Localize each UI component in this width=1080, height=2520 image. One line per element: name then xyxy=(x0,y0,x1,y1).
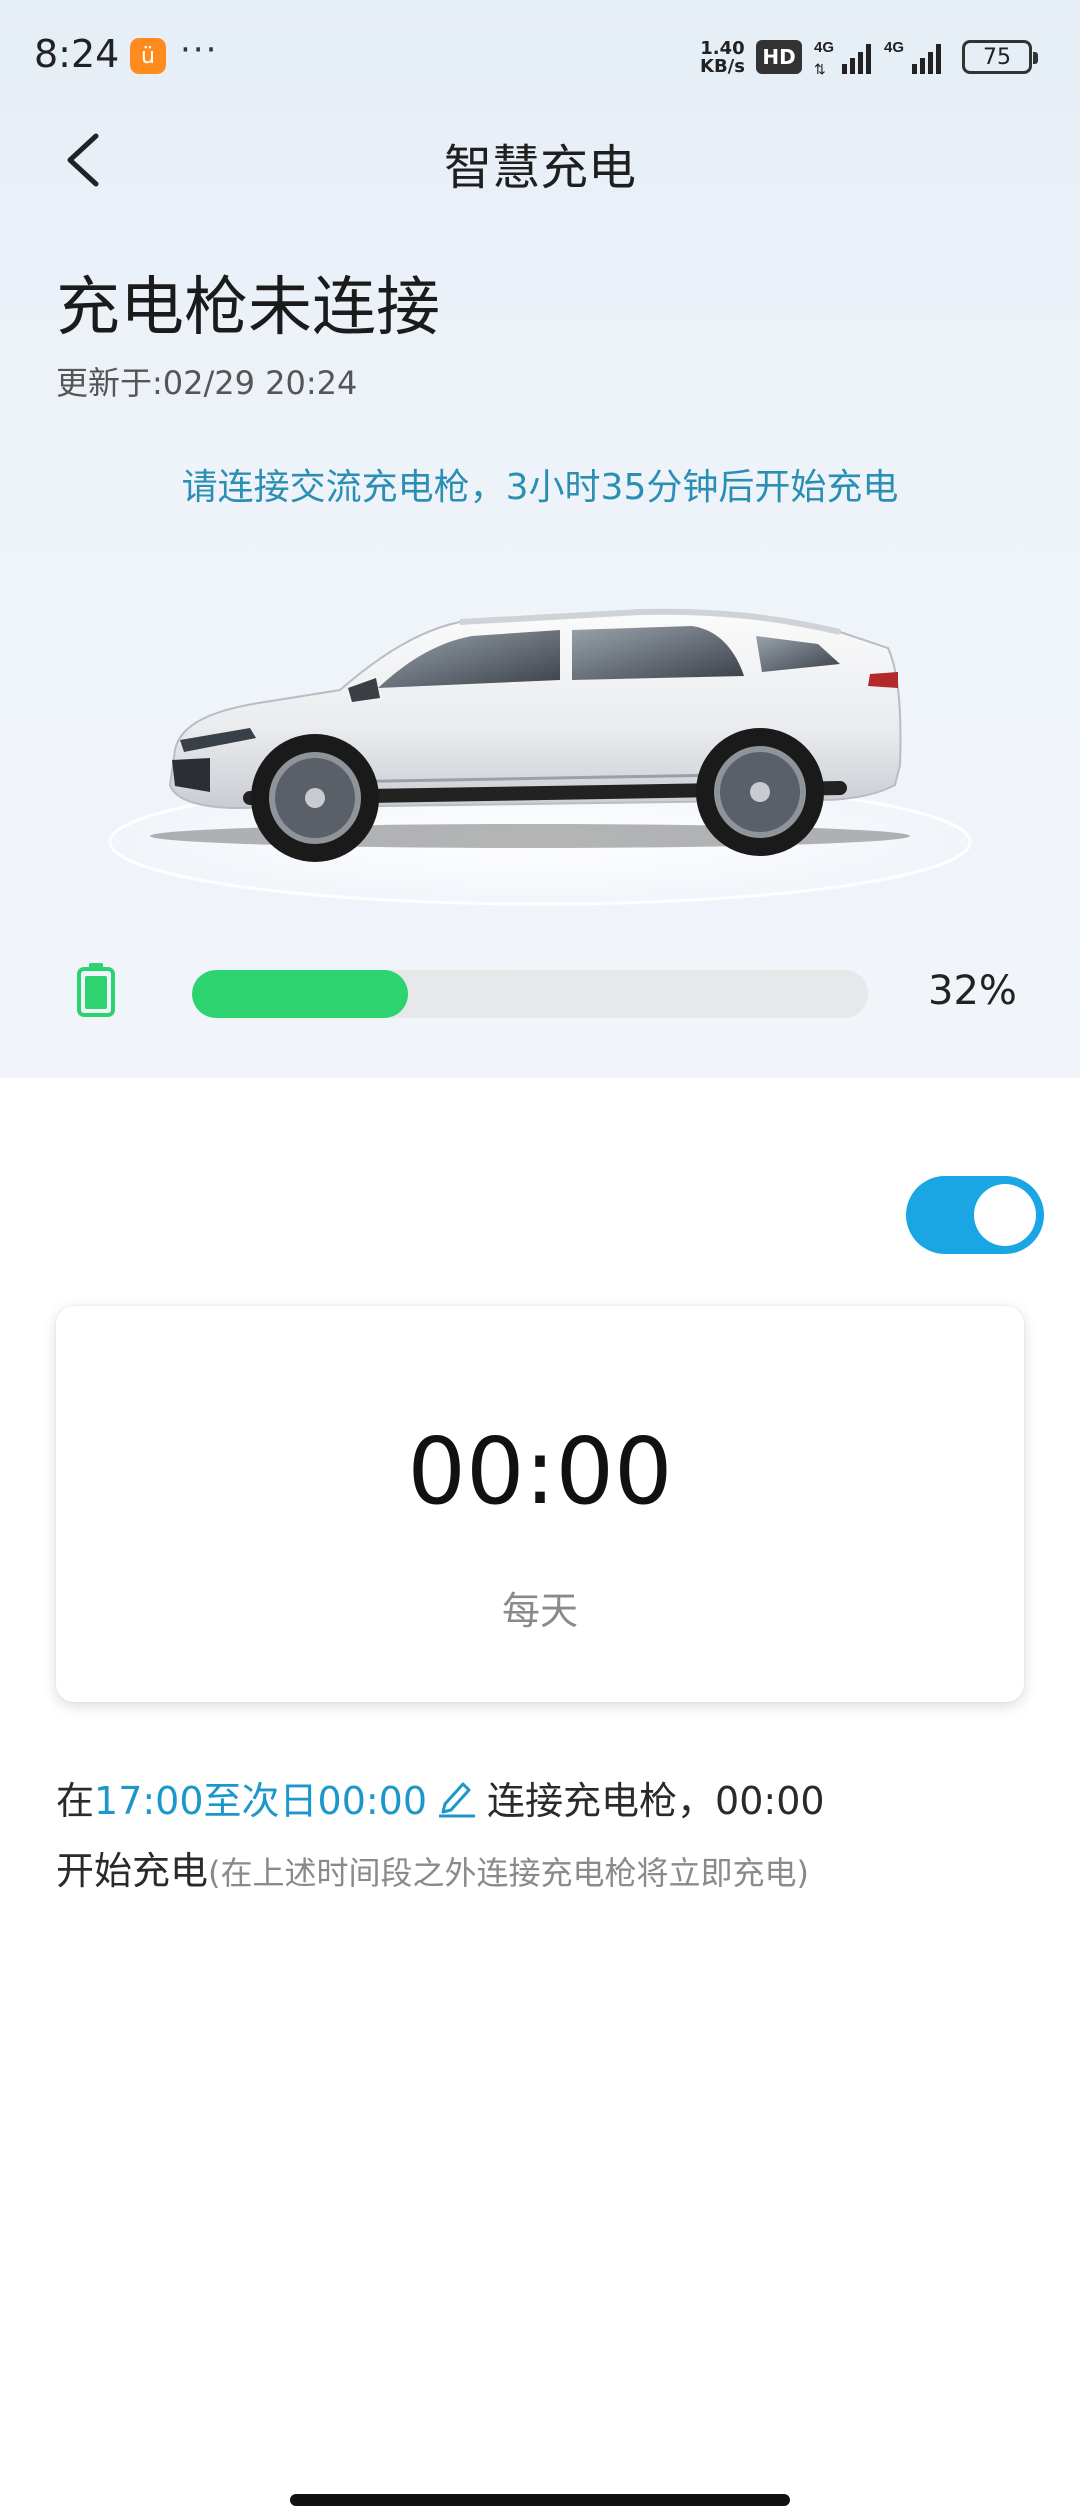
signal-1-label: 4G xyxy=(814,39,834,56)
hd-badge: HD xyxy=(756,40,802,74)
home-indicator[interactable] xyxy=(290,2494,790,2506)
signal-4g-icon-1: 4G ⇅ xyxy=(814,39,871,76)
charging-notice: 请连接交流充电枪，3小时35分钟后开始充电 xyxy=(181,467,899,508)
schedule-time: 00:00 xyxy=(407,1418,673,1525)
taobao-icon: ü xyxy=(130,38,166,74)
battery-status-icon: 75 xyxy=(962,40,1038,74)
desc-note: (在上述时间段之外连接充电枪将立即充电) xyxy=(208,1854,809,1892)
car-image xyxy=(90,608,990,910)
scheduled-charging-toggle[interactable] xyxy=(906,1176,1044,1254)
toggle-knob xyxy=(974,1184,1036,1246)
battery-icon xyxy=(77,963,115,1017)
desc-middle: 连接充电枪，00:00 xyxy=(487,1779,825,1823)
rear-wheel xyxy=(696,728,824,856)
schedule-time-card[interactable]: 00:00 每天 xyxy=(56,1306,1024,1702)
status-time: 8:24 xyxy=(34,32,120,76)
connection-status: 充电枪未连接 xyxy=(56,271,440,345)
more-notifications-icon: ··· xyxy=(180,30,219,70)
edit-icon[interactable] xyxy=(435,1774,479,1818)
page-title: 智慧充电 xyxy=(443,140,636,196)
signal-4g-icon-2: 4G xyxy=(884,39,941,74)
schedule-description: 在17:00至次日00:00 连接充电枪，00:00 开始充电(在上述时间段之外… xyxy=(56,1766,1036,1908)
battery-progress-bar xyxy=(192,970,868,1018)
signal-2-label: 4G xyxy=(884,39,904,56)
battery-percent: 32% xyxy=(928,968,1017,1014)
charging-window[interactable]: 17:00至次日00:00 xyxy=(94,1779,427,1823)
desc-prefix: 在 xyxy=(56,1779,95,1823)
schedule-repeat: 每天 xyxy=(501,1589,578,1633)
network-speed: 1.40 KB/s xyxy=(700,40,745,76)
updated-timestamp: 更新于:02/29 20:24 xyxy=(56,364,358,402)
battery-progress-fill xyxy=(192,970,409,1018)
network-speed-unit: KB/s xyxy=(700,56,745,77)
svg-text:⇅: ⇅ xyxy=(814,61,826,76)
status-bar: 8:24 ü ··· 1.40 KB/s HD 4G ⇅ 4G 75 xyxy=(0,0,1080,110)
desc-line2: 开始充电 xyxy=(56,1849,209,1893)
front-wheel xyxy=(251,734,379,862)
